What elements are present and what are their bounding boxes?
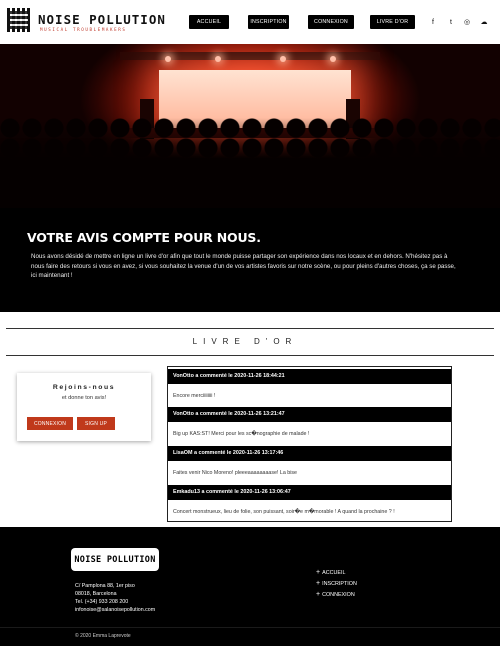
stage-light — [280, 56, 286, 62]
stage-light — [330, 56, 336, 62]
copyright: © 2020 Emma Laprevote — [75, 633, 131, 639]
instagram-icon[interactable]: ◎ — [462, 16, 472, 28]
footer-link-label: INSCRIPTION — [322, 581, 357, 587]
login-button[interactable]: CONNEXION — [27, 417, 73, 430]
divider — [6, 355, 494, 356]
divider — [6, 328, 494, 329]
crowd — [0, 118, 500, 208]
join-title: Rejoins-nous — [52, 384, 116, 391]
join-subtitle: et donne ton avis! — [61, 395, 107, 401]
hero-concert-image — [0, 44, 500, 208]
footer-link-inscription[interactable]: + INSCRIPTION — [316, 580, 357, 587]
footer-logo[interactable]: NOISE POLLUTION — [71, 548, 159, 571]
stage-light — [165, 56, 171, 62]
nav-inscription-button[interactable]: INSCRIPTION — [248, 15, 289, 29]
nav-accueil-button[interactable]: ACCUEIL — [189, 15, 229, 29]
comment-header: VonOtto a commenté le 2020-11-26 18:44:2… — [168, 369, 451, 384]
intro-title: VOTRE AVIS COMPTE POUR NOUS. — [27, 230, 261, 245]
comment-header: Emkadu13 a commenté le 2020-11-26 13:06:… — [168, 485, 451, 500]
nav-livre-dor-button[interactable]: LIVRE D'OR — [370, 15, 415, 29]
footer-link-accueil[interactable]: + ACCUEIL — [316, 569, 345, 576]
site-footer: NOISE POLLUTION C/ Pamplona 88, 1er piso… — [0, 527, 500, 646]
comment-text: Encore merciiiiiiii ! — [173, 393, 216, 399]
stage-light — [215, 56, 221, 62]
logo-title[interactable]: NOISE POLLUTION — [38, 12, 166, 27]
twitter-icon[interactable]: t — [446, 16, 456, 28]
plus-icon: + — [316, 580, 321, 587]
footer-email[interactable]: infonoise@salanoisepollution.com — [75, 607, 155, 613]
intro-section: VOTRE AVIS COMPTE POUR NOUS. Nous avons … — [0, 208, 500, 312]
comment-text: Faites venir Nico Moreno! pleeeaaaaaaaas… — [173, 470, 297, 476]
plus-icon: + — [316, 591, 321, 598]
nav-connexion-button[interactable]: CONNEXION — [308, 15, 354, 29]
soundcloud-icon[interactable]: ☁ — [479, 16, 489, 28]
footer-address-line: 08018, Barcelona — [75, 591, 117, 597]
footer-link-label: CONNEXION — [322, 592, 355, 598]
comment-header: VonOtto a commenté le 2020-11-26 13:21:4… — [168, 407, 451, 422]
site-header: NOISE POLLUTION MUSICAL TROUBLEMAKERS AC… — [0, 0, 500, 44]
guestbook-title: LIVRE D'OR — [180, 335, 310, 349]
plus-icon: + — [316, 569, 321, 576]
comment-text: Big up KAS:ST! Merci pour les sc�nograph… — [173, 431, 310, 437]
join-card: Rejoins-nous et donne ton avis! CONNEXIO… — [17, 373, 151, 441]
footer-divider — [0, 627, 500, 628]
comment-text: Concert monstrueux, lieu de folie, son p… — [173, 509, 395, 515]
footer-address-line: C/ Pamplona 88, 1er piso — [75, 583, 135, 589]
footer-phone: Tel. (+34) 933 208 200 — [75, 599, 129, 605]
footer-link-connexion[interactable]: + CONNEXION — [316, 591, 355, 598]
comments-list: VonOtto a commenté le 2020-11-26 18:44:2… — [167, 366, 452, 522]
footer-link-label: ACCUEIL — [322, 570, 346, 576]
facebook-icon[interactable]: f — [428, 16, 438, 28]
signup-button[interactable]: SIGN UP — [77, 417, 115, 430]
stage-truss — [120, 52, 380, 60]
logo-subtitle: MUSICAL TROUBLEMAKERS — [40, 27, 127, 32]
logo-icon[interactable] — [7, 8, 31, 32]
intro-text: Nous avons désidé de mettre en ligne un … — [31, 253, 456, 280]
comment-header: LisaOM a commenté le 2020-11-26 13:17:46 — [168, 446, 451, 461]
